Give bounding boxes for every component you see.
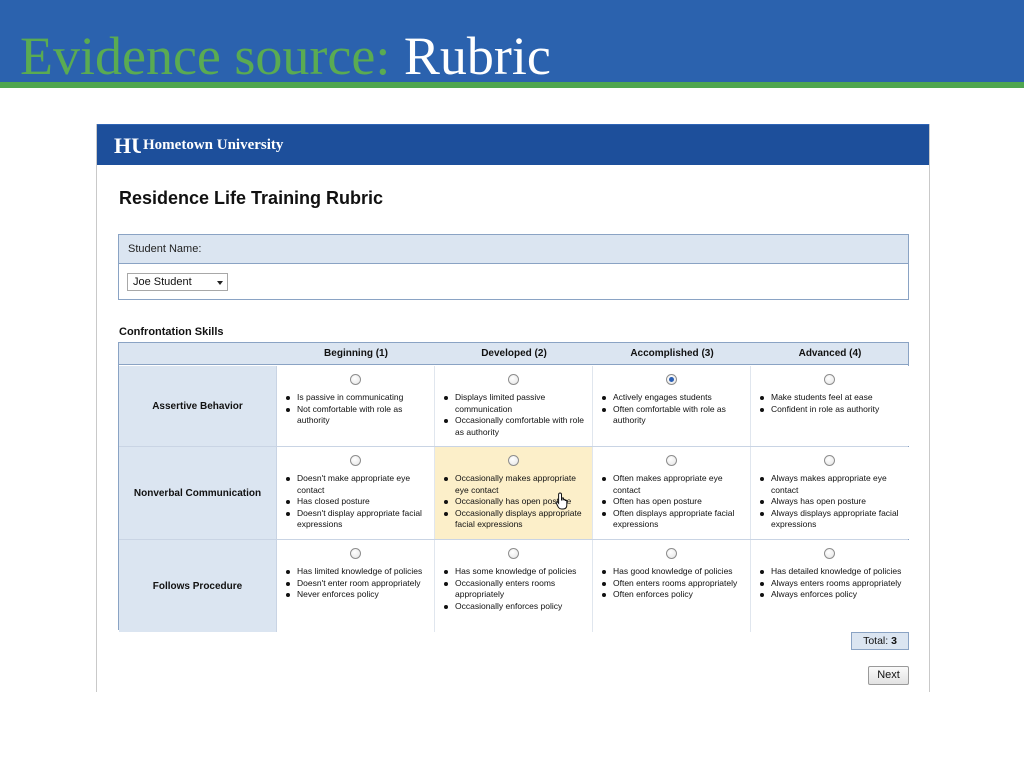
level-radio[interactable]	[824, 548, 835, 559]
descriptor-list: Make students feel at ease Confident in r…	[759, 392, 905, 415]
descriptor-list: Has detailed knowledge of policies Always…	[759, 566, 905, 601]
slide-title-suffix: Rubric	[403, 26, 551, 86]
descriptor-item: Not comfortable with role as authority	[285, 404, 431, 427]
descriptor-item: Has some knowledge of policies	[443, 566, 589, 578]
level-radio[interactable]	[666, 374, 677, 385]
rubric-cell[interactable]: Has some knowledge of policies Occasional…	[435, 540, 593, 632]
descriptor-item: Make students feel at ease	[759, 392, 905, 404]
level-header-3: Accomplished (3)	[630, 348, 714, 359]
total-score: Total: 3	[851, 632, 909, 650]
rubric-row: Assertive Behavior Is passive in communic…	[119, 366, 909, 447]
descriptor-item: Has good knowledge of policies	[601, 566, 747, 578]
section-title: Confrontation Skills	[119, 326, 224, 338]
level-header-2: Developed (2)	[481, 348, 547, 359]
level-radio[interactable]	[350, 548, 361, 559]
descriptor-item: Always has open posture	[759, 496, 905, 508]
student-name-box: Student Name: Joe Student	[118, 234, 909, 300]
level-radio[interactable]	[508, 455, 519, 466]
descriptor-item: Often makes appropriate eye contact	[601, 473, 747, 496]
rubric-cell[interactable]: Often makes appropriate eye contact Often…	[593, 447, 751, 539]
criterion-label: Follows Procedure	[119, 540, 277, 632]
descriptor-item: Confident in role as authority	[759, 404, 905, 416]
descriptor-list: Displays limited passive communication Oc…	[443, 392, 589, 438]
level-header-1: Beginning (1)	[324, 348, 388, 359]
level-radio[interactable]	[824, 455, 835, 466]
rubric-cell[interactable]: Displays limited passive communication Oc…	[435, 366, 593, 446]
rubric-cell[interactable]: Has limited knowledge of policies Doesn't…	[277, 540, 435, 632]
descriptor-item: Actively engages students	[601, 392, 747, 404]
level-radio[interactable]	[824, 374, 835, 385]
next-button[interactable]: Next	[868, 666, 909, 685]
criterion-label: Nonverbal Communication	[119, 447, 277, 539]
rubric-cell[interactable]: Doesn't make appropriate eye contact Has …	[277, 447, 435, 539]
student-name-select[interactable]: Joe Student	[127, 273, 228, 291]
rubric-cell[interactable]: Make students feel at ease Confident in r…	[751, 366, 909, 446]
university-name: Hometown University	[143, 137, 284, 153]
descriptor-list: Doesn't make appropriate eye contact Has …	[285, 473, 431, 531]
descriptor-item: Always enters rooms appropriately	[759, 578, 905, 590]
rubric-cell[interactable]: Has detailed knowledge of policies Always…	[751, 540, 909, 632]
rubric-table: Beginning (1) Developed (2) Accomplished (…	[118, 342, 909, 632]
logo-letter-h: HU	[114, 133, 141, 158]
descriptor-item: Often has open posture	[601, 496, 747, 508]
total-label: Total:	[863, 635, 892, 647]
descriptor-item: Has detailed knowledge of policies	[759, 566, 905, 578]
dropdown-caret-icon	[217, 281, 223, 285]
level-radio[interactable]	[666, 548, 677, 559]
slide-title: Evidence source: Rubric	[20, 26, 551, 86]
rubric-row: Nonverbal Communication Doesn't make appr…	[119, 447, 909, 540]
descriptor-item: Doesn't display appropriate facial expre…	[285, 508, 431, 531]
slide-title-prefix: Evidence source:	[20, 26, 404, 86]
level-header-4: Advanced (4)	[798, 348, 862, 359]
rubric-app-screenshot: HU Hometown University Residence Life Tr…	[96, 124, 930, 692]
descriptor-list: Has limited knowledge of policies Doesn't…	[285, 566, 431, 601]
descriptor-list: Is passive in communicating Not comfortab…	[285, 392, 431, 427]
rubric-header-row: Beginning (1) Developed (2) Accomplished (…	[119, 343, 908, 365]
rubric-cell[interactable]: Always makes appropriate eye contact Alwa…	[751, 447, 909, 539]
descriptor-item: Has limited knowledge of policies	[285, 566, 431, 578]
rubric-cell[interactable]: Is passive in communicating Not comfortab…	[277, 366, 435, 446]
level-radio[interactable]	[350, 455, 361, 466]
descriptor-item: Always displays appropriate facial expre…	[759, 508, 905, 531]
student-name-value: Joe Student	[133, 276, 192, 288]
level-radio[interactable]	[508, 548, 519, 559]
total-value: 3	[891, 635, 897, 647]
student-name-label: Student Name:	[119, 235, 908, 264]
descriptor-item: Doesn't enter room appropriately	[285, 578, 431, 590]
level-radio[interactable]	[350, 374, 361, 385]
descriptor-item: Often enters rooms appropriately	[601, 578, 747, 590]
descriptor-item: Often comfortable with role as authority	[601, 404, 747, 427]
descriptor-list: Has some knowledge of policies Occasional…	[443, 566, 589, 612]
level-radio[interactable]	[666, 455, 677, 466]
descriptor-list: Actively engages students Often comfortab…	[601, 392, 747, 427]
descriptor-item: Doesn't make appropriate eye contact	[285, 473, 431, 496]
hand-pointer-icon	[555, 492, 568, 510]
criterion-label: Assertive Behavior	[119, 366, 277, 446]
descriptor-list: Has good knowledge of policies Often ente…	[601, 566, 747, 601]
rubric-cell[interactable]: Occasionally makes appropriate eye conta…	[435, 447, 593, 539]
level-radio[interactable]	[508, 374, 519, 385]
descriptor-item: Often enforces policy	[601, 589, 747, 601]
descriptor-item: Occasionally comfortable with role as au…	[443, 415, 589, 438]
university-header-bar: HU Hometown University	[97, 124, 929, 165]
descriptor-item: Occasionally displays appropriate facial…	[443, 508, 589, 531]
descriptor-list: Often makes appropriate eye contact Often…	[601, 473, 747, 531]
descriptor-item: Never enforces policy	[285, 589, 431, 601]
rubric-cell[interactable]: Actively engages students Often comfortab…	[593, 366, 751, 446]
descriptor-item: Always enforces policy	[759, 589, 905, 601]
descriptor-item: Occasionally enters rooms appropriately	[443, 578, 589, 601]
descriptor-list: Always makes appropriate eye contact Alwa…	[759, 473, 905, 531]
descriptor-item: Occasionally enforces policy	[443, 601, 589, 613]
descriptor-item: Often displays appropriate facial expres…	[601, 508, 747, 531]
form-title: Residence Life Training Rubric	[119, 188, 384, 208]
descriptor-item: Displays limited passive communication	[443, 392, 589, 415]
descriptor-item: Always makes appropriate eye contact	[759, 473, 905, 496]
rubric-row: Follows Procedure Has limited knowledge o…	[119, 540, 909, 632]
descriptor-item: Is passive in communicating	[285, 392, 431, 404]
descriptor-item: Has closed posture	[285, 496, 431, 508]
rubric-cell[interactable]: Has good knowledge of policies Often ente…	[593, 540, 751, 632]
university-logo-icon: HU	[114, 133, 141, 158]
